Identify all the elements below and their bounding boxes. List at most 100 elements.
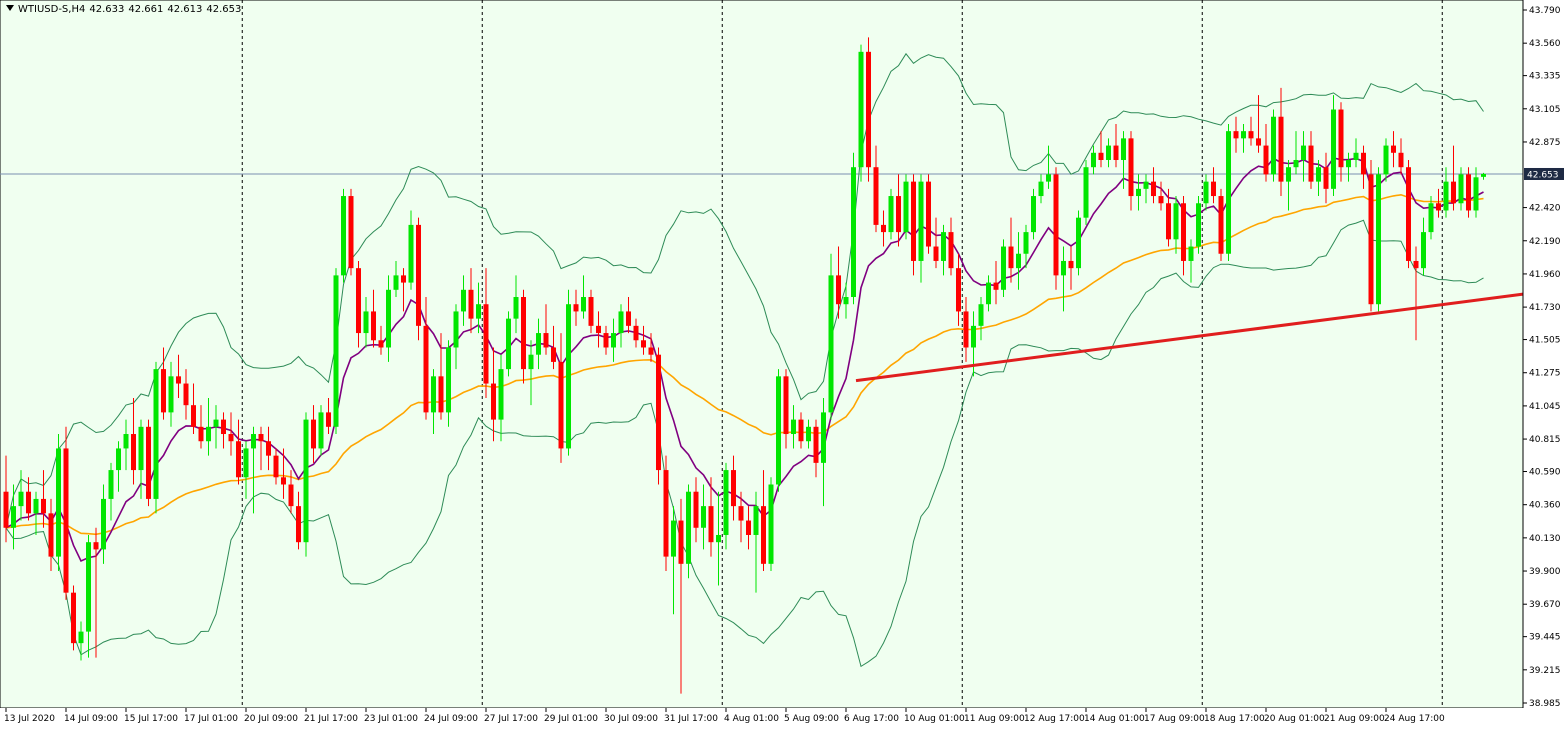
candle-body xyxy=(1203,181,1209,204)
time-tick-label: 31 Jul 17:00 xyxy=(664,714,718,724)
candle-body xyxy=(543,333,549,348)
price-chart[interactable]: 43.790 43.560 43.335 43.105 42.875 42.420 42.1… xyxy=(0,0,1567,730)
candle-body xyxy=(1271,116,1276,175)
candle-body xyxy=(1458,174,1464,204)
price-tick-label: 39.900 xyxy=(1529,567,1561,577)
candle-body xyxy=(588,297,594,326)
candle-body xyxy=(341,196,346,276)
time-tick-label: 18 Aug 17:00 xyxy=(1204,714,1265,724)
candle-body xyxy=(1188,246,1194,261)
time-tick-label: 30 Jul 09:00 xyxy=(604,714,658,724)
candle-body xyxy=(93,542,99,550)
candle-body xyxy=(1376,174,1381,305)
time-tick-label: 21 Jul 17:00 xyxy=(304,714,358,724)
candle-body xyxy=(1113,145,1119,160)
candle-body xyxy=(386,289,391,348)
candle-body xyxy=(1181,203,1186,261)
candle-body xyxy=(993,282,999,290)
chart-area[interactable]: 43.790 43.560 43.335 43.105 42.875 42.420 42.1… xyxy=(0,0,1567,730)
plot-background xyxy=(0,0,1524,709)
candle-body xyxy=(273,455,279,478)
candle-body xyxy=(333,275,339,427)
candle-body xyxy=(63,448,69,593)
candle-body xyxy=(318,412,324,449)
candle-body xyxy=(858,51,864,168)
time-tick-label: 27 Jul 17:00 xyxy=(484,714,538,724)
candle-body xyxy=(603,333,609,348)
candle-body xyxy=(746,520,751,535)
price-tick-label: 43.105 xyxy=(1529,105,1561,115)
candle-body xyxy=(1106,145,1111,160)
candle-body xyxy=(671,520,676,557)
candle-body xyxy=(1391,145,1396,153)
time-tick-label: 14 Jul 09:00 xyxy=(64,714,118,724)
price-tick-label: 42.875 xyxy=(1529,138,1561,148)
candle-body xyxy=(288,484,294,507)
candle-body xyxy=(1293,159,1299,168)
candle-body xyxy=(1346,159,1351,168)
candle-body xyxy=(1016,253,1021,269)
candle-body xyxy=(1473,177,1479,211)
time-tick-label: 20 Aug 01:00 xyxy=(1264,714,1325,724)
candle-body xyxy=(206,426,211,442)
price-tick-label: 42.190 xyxy=(1529,237,1561,247)
candle-body xyxy=(258,434,264,442)
candle-body xyxy=(236,441,241,478)
candle-body xyxy=(1383,145,1389,175)
time-tick-label: 17 Aug 09:00 xyxy=(1144,714,1205,724)
candle-body xyxy=(1158,196,1164,204)
candle-body xyxy=(926,181,931,247)
candle-body xyxy=(1481,173,1486,177)
candle-body xyxy=(1368,174,1374,305)
price-tick-label: 41.505 xyxy=(1529,336,1561,346)
candle-body xyxy=(48,513,54,557)
candle-body xyxy=(161,369,166,413)
candle-body xyxy=(1001,246,1006,290)
candle-body xyxy=(693,491,699,528)
candle-body xyxy=(408,224,414,283)
candle-body xyxy=(1061,260,1066,276)
candle-body xyxy=(1211,181,1216,197)
candle-body xyxy=(41,498,46,514)
candle-body xyxy=(1083,167,1089,218)
candle-body xyxy=(536,333,541,355)
candle-body xyxy=(1428,203,1434,233)
candle-body xyxy=(1361,152,1366,175)
candle-body xyxy=(1338,109,1344,168)
candle-body xyxy=(648,347,654,355)
candle-body xyxy=(138,426,144,471)
candle-body xyxy=(948,232,954,269)
price-tick-label: 40.360 xyxy=(1529,501,1561,511)
candle-body xyxy=(798,419,804,442)
candle-body xyxy=(71,592,76,644)
high-value: 42.661 xyxy=(128,4,164,15)
price-tick-label: 43.790 xyxy=(1529,6,1561,16)
candle-body xyxy=(311,419,316,449)
candle-body xyxy=(168,376,174,413)
candle-body xyxy=(791,419,796,435)
candle-body xyxy=(326,412,331,427)
candle-body xyxy=(1308,145,1314,182)
candle-body xyxy=(86,542,91,632)
price-tick-label: 38.985 xyxy=(1529,699,1561,709)
time-tick-label: 14 Aug 01:00 xyxy=(1084,714,1145,724)
candle-body xyxy=(1263,145,1269,175)
candle-body xyxy=(1421,232,1426,269)
candle-body xyxy=(678,520,684,564)
candle-body xyxy=(123,434,129,449)
time-tick-label: 13 Jul 2020 xyxy=(4,714,55,724)
candle-body xyxy=(3,491,9,528)
candle-body xyxy=(221,419,226,435)
time-tick-label: 20 Jul 09:00 xyxy=(244,714,298,724)
candle-body xyxy=(978,304,984,326)
time-tick-label: 11 Aug 09:00 xyxy=(964,714,1025,724)
candle-body xyxy=(828,275,834,413)
candle-body xyxy=(581,297,586,312)
candle-body xyxy=(281,477,286,485)
candle-body xyxy=(191,405,196,427)
dropdown-triangle-icon[interactable] xyxy=(6,5,14,11)
candle-body xyxy=(153,369,159,499)
candle-body xyxy=(1323,167,1329,189)
candle-body xyxy=(663,470,669,557)
candle-body xyxy=(836,275,841,305)
